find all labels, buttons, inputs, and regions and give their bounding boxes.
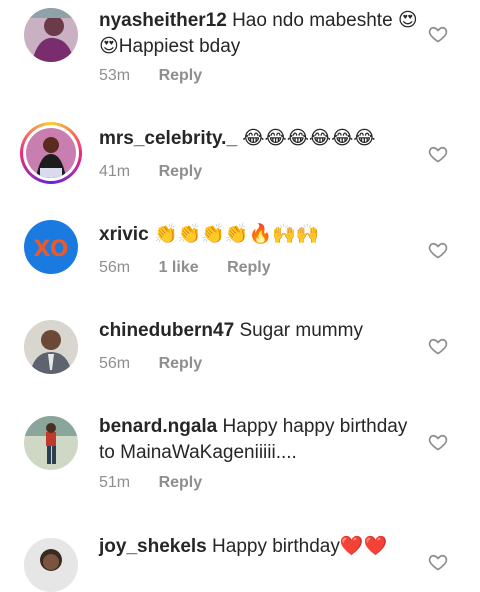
comment-text-block: chinedubern47 Sugar mummy bbox=[99, 318, 419, 344]
xo-logo-avatar[interactable]: XO bbox=[24, 220, 78, 274]
comment-text-block: benard.ngala Happy happy birthday to Mai… bbox=[99, 414, 419, 466]
comment-time: 41m bbox=[99, 163, 131, 180]
comment-time: 56m bbox=[99, 259, 131, 276]
avatar[interactable] bbox=[24, 538, 78, 592]
comment-meta: 41m Reply bbox=[99, 163, 226, 181]
comment-text-block: xrivic 👏👏👏👏🔥🙌🙌 bbox=[99, 222, 419, 248]
comment-meta: 56m 1 like Reply bbox=[99, 259, 295, 277]
comment-meta: 51m Reply bbox=[99, 474, 226, 492]
comment-time: 53m bbox=[99, 67, 131, 84]
reply-button[interactable]: Reply bbox=[159, 474, 203, 491]
comment-time: 56m bbox=[99, 355, 131, 372]
reply-button[interactable]: Reply bbox=[159, 163, 203, 180]
avatar[interactable] bbox=[24, 416, 78, 470]
heart-icon[interactable] bbox=[428, 432, 448, 452]
heart-icon[interactable] bbox=[428, 24, 448, 44]
comment-username[interactable]: xrivic bbox=[99, 224, 149, 245]
comment-text-block: mrs_celebrity._ 😂😂😂😂😂😂 bbox=[99, 126, 419, 152]
heart-icon[interactable] bbox=[428, 336, 448, 356]
comment-meta: 53m Reply bbox=[99, 67, 226, 85]
comment-body: 😂😂😂😂😂😂 bbox=[242, 128, 376, 149]
comment-meta: 56m Reply bbox=[99, 355, 226, 373]
avatar[interactable] bbox=[24, 320, 78, 374]
svg-text:XO: XO bbox=[34, 237, 69, 262]
comment-username[interactable]: nyasheither12 bbox=[99, 10, 227, 31]
heart-icon[interactable] bbox=[428, 144, 448, 164]
comment-username[interactable]: chinedubern47 bbox=[99, 320, 234, 341]
comment-text-block: nyasheither12 Hao ndo mabeshte 😍😍Happies… bbox=[99, 8, 419, 60]
comment-username[interactable]: joy_shekels bbox=[99, 536, 207, 557]
comment-body: 👏👏👏👏🔥🙌🙌 bbox=[153, 224, 320, 245]
reply-button[interactable]: Reply bbox=[227, 259, 271, 276]
comment-time: 51m bbox=[99, 474, 131, 491]
comment-body: Sugar mummy bbox=[239, 320, 363, 341]
avatar-story-ring[interactable] bbox=[20, 122, 82, 184]
likes-count[interactable]: 1 like bbox=[159, 259, 199, 276]
avatar[interactable] bbox=[24, 8, 78, 62]
heart-icon[interactable] bbox=[428, 552, 448, 572]
comment-username[interactable]: mrs_celebrity._ bbox=[99, 128, 237, 149]
reply-button[interactable]: Reply bbox=[159, 355, 203, 372]
comment-text-block: joy_shekels Happy birthday❤️❤️ bbox=[99, 534, 419, 560]
comment-body: Happy birthday❤️❤️ bbox=[212, 536, 388, 557]
comment-username[interactable]: benard.ngala bbox=[99, 416, 217, 437]
heart-icon[interactable] bbox=[428, 240, 448, 260]
reply-button[interactable]: Reply bbox=[159, 67, 203, 84]
